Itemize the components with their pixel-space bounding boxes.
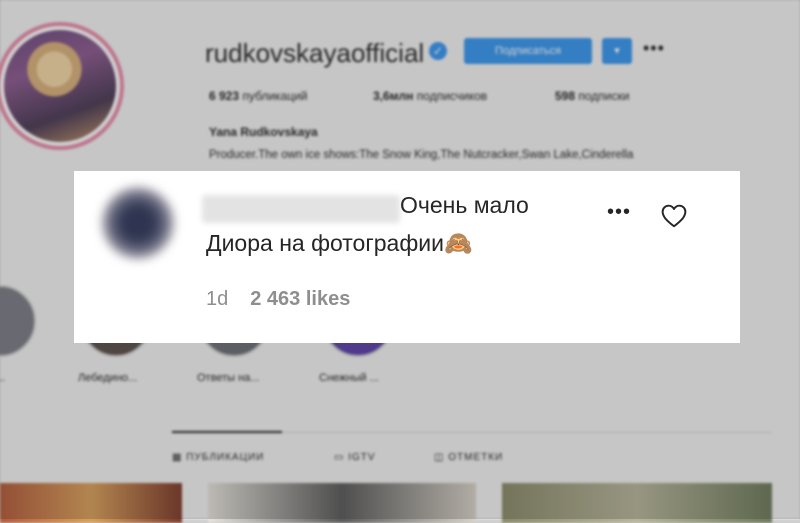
comment-likes-count[interactable]: 2 463 likes (250, 288, 350, 310)
more-options-icon[interactable]: ••• (607, 201, 631, 224)
igtv-icon: ▭ (334, 452, 349, 463)
followers-count-value: 3,6млн (373, 89, 414, 103)
heart-icon[interactable] (661, 204, 687, 228)
grid-icon: ▦ (172, 452, 187, 463)
tab-tagged-label: ОТМЕТКИ (448, 452, 504, 463)
followers-count[interactable]: 3,6млн подписчиков (373, 89, 487, 103)
tab-igtv[interactable]: ▭ IGTV (334, 452, 376, 463)
grid-post-1[interactable] (0, 483, 182, 523)
profile-username: rudkovskayaofficial (205, 38, 425, 68)
profile-options-icon[interactable]: ••• (643, 38, 665, 59)
tab-posts-label: ПУБЛИКАЦИИ (186, 452, 265, 463)
following-count-value: 598 (555, 89, 576, 103)
highlight-2-label: Лебедино... (78, 372, 138, 384)
tab-posts[interactable]: ▦ ПУБЛИКАЦИИ (172, 452, 264, 463)
profile-avatar[interactable] (0, 22, 124, 150)
profile-avatar-image (4, 30, 116, 142)
tab-igtv-label: IGTV (348, 452, 376, 463)
followers-count-label: подписчиков (416, 89, 488, 103)
tab-tagged[interactable]: ◫ ОТМЕТКИ (434, 452, 503, 463)
profile-bio: Producer.The own ice shows:The Snow King… (209, 149, 634, 161)
comment-text-line-2: Диора на фотографии🙈 (206, 230, 473, 256)
suggested-accounts-button[interactable]: ▾ (602, 38, 632, 64)
posts-count-value: 6 923 (209, 89, 240, 103)
posts-count: 6 923 публикаций (209, 89, 308, 103)
following-count-label: подписки (578, 89, 630, 103)
posts-count-label: публикаций (242, 89, 308, 103)
tab-active-indicator (172, 431, 282, 433)
profile-full-name: Yana Rudkovskaya (209, 125, 318, 139)
comment-card: Очень мало Диора на фотографии🙈 1d 2 463 … (74, 171, 740, 343)
verified-badge-icon: ✓ (429, 42, 447, 60)
grid-post-2[interactable] (208, 483, 476, 523)
following-count[interactable]: 598 подписки (555, 89, 629, 103)
highlight-4-label: Снежный ... (319, 372, 379, 384)
commenter-username-redacted[interactable] (202, 195, 400, 223)
highlight-1[interactable] (0, 285, 36, 357)
comment-timestamp[interactable]: 1d (206, 288, 228, 310)
comment-meta: 1d 2 463 likes (206, 288, 350, 311)
commenter-avatar[interactable] (102, 187, 174, 259)
grid-post-3[interactable] (502, 483, 772, 523)
comment-text-line-1: Очень мало (400, 192, 529, 218)
highlight-1-label: ... (0, 372, 6, 384)
tag-icon: ◫ (434, 452, 449, 463)
highlight-3-label: Ответы на... (197, 372, 260, 384)
follow-button[interactable]: Подписаться (464, 38, 592, 64)
